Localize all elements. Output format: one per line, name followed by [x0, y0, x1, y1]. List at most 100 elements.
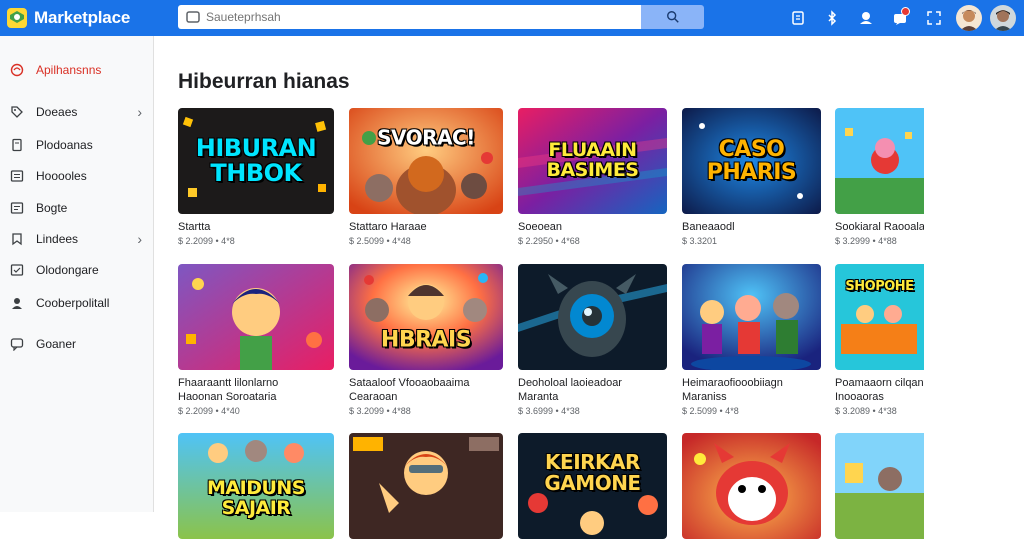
user-avatar[interactable]	[956, 5, 982, 31]
search-field[interactable]	[178, 5, 641, 29]
app-title: Marketplace	[34, 8, 131, 27]
app-developer: Haoonan Soroataria	[178, 391, 277, 403]
app-name: Soeoean	[518, 221, 563, 233]
sidebar-item-bogte[interactable]: Bogte	[0, 196, 154, 220]
search-button[interactable]	[641, 5, 704, 29]
sidebar-item-products[interactable]: Plodoanas	[0, 133, 154, 157]
chevron-right-icon: ›	[137, 104, 142, 120]
app-meta: $ 3.3201	[682, 236, 718, 246]
thumbnail-title: SHOPOHE	[845, 279, 914, 295]
checklist-icon	[10, 263, 24, 277]
thumbnail-title: HIBURAN THBOK	[195, 133, 317, 187]
sidebar-item-deals[interactable]: Doeaes ›	[0, 100, 154, 124]
app-developer: Maranta	[518, 391, 559, 403]
app-name: Stattaro Haraae	[349, 221, 427, 233]
app-card[interactable]: FLUAAIN BASIMES Soeoean $ 2.2950 • 4*68	[518, 108, 667, 246]
search-icon	[666, 11, 679, 23]
app-meta: $ 3.2099 • 4*88	[349, 406, 411, 416]
app-card[interactable]	[349, 433, 503, 539]
app-meta: $ 2.2950 • 4*68	[518, 236, 580, 246]
app-meta: $ 2.2099 • 4*8	[178, 236, 235, 246]
app-thumbnail	[835, 433, 924, 539]
app-thumbnail: SVORAC!	[349, 108, 503, 214]
user-icon	[10, 296, 24, 310]
notification-icon[interactable]	[888, 6, 912, 30]
sidebar-item-label: Plodoanas	[36, 138, 93, 152]
thumbnail-title: FLUAAIN BASIMES	[546, 139, 639, 181]
app-thumbnail: CASO PHARIS	[682, 108, 821, 214]
sidebar-item-lindees[interactable]: Lindees ›	[0, 227, 154, 251]
sidebar-item-goaner[interactable]: Goaner	[0, 332, 154, 356]
app-meta: $ 3.2999 • 4*88	[835, 236, 897, 246]
app-thumbnail: HBRAIS	[349, 264, 503, 370]
app-card[interactable]: SHOPOHE Poamaaorn cilqanita Inooaoras $ …	[835, 264, 924, 416]
page-title: Hibeurran hianas	[178, 70, 350, 93]
app-thumbnail: HIBURAN THBOK	[178, 108, 334, 214]
comment-icon	[10, 337, 24, 351]
app-card[interactable]: HIBURAN THBOK Startta $ 2.2099 • 4*8	[178, 108, 334, 246]
sidebar-item-label: Doeaes	[36, 105, 78, 119]
cloud-icon[interactable]	[854, 6, 878, 30]
app-card[interactable]: Sookiaral Raooala $ 3.2999 • 4*88	[835, 108, 924, 246]
sidebar-item-label: Olodongare	[36, 263, 99, 277]
thumbnail-title: HBRAIS	[380, 327, 472, 353]
bluetooth-icon[interactable]	[820, 6, 844, 30]
search-input[interactable]	[206, 10, 626, 24]
sidebar-item-label: Bogte	[36, 201, 68, 215]
app-meta: $ 2.5099 • 4*8	[682, 406, 739, 416]
sidebar-item-cooberpolitall[interactable]: Cooberpolitall	[0, 291, 154, 315]
sidebar-item-label: Lindees	[36, 232, 79, 246]
tag-icon	[10, 105, 24, 119]
app-card[interactable]: CASO PHARIS Baneaaodl $ 3.3201	[682, 108, 821, 246]
sidebar-item-apps[interactable]: Apilhansnns	[0, 58, 154, 82]
app-thumbnail	[178, 264, 334, 370]
app-name: Baneaaodl	[682, 221, 735, 233]
app-thumbnail: MAIDUNS SAJAIR	[178, 433, 334, 539]
document-icon	[10, 138, 24, 152]
apps-icon	[10, 63, 24, 77]
app-card[interactable]	[835, 433, 924, 539]
app-card[interactable]: MAIDUNS SAJAIR	[178, 433, 334, 539]
top-bar: Marketplace	[0, 0, 1024, 36]
thumbnail-title: SVORAC!	[377, 125, 475, 150]
fullscreen-icon[interactable]	[922, 6, 946, 30]
app-logo[interactable]: Marketplace	[6, 7, 166, 29]
sidebar-item-olodongare[interactable]: Olodongare	[0, 258, 154, 282]
sidebar-item-label: Hooooles	[36, 169, 87, 183]
app-card[interactable]	[682, 433, 821, 539]
thumbnail-title: KEIRKAR GAMONE	[544, 450, 641, 496]
app-name: Sookiaral Raooala	[835, 221, 924, 233]
list-icon	[10, 201, 24, 215]
app-thumbnail	[682, 433, 821, 539]
app-card[interactable]: HBRAIS Sataaloof Vfooaobaaima Cearaoan $…	[349, 264, 503, 416]
app-name: Poamaaorn cilqanita	[835, 377, 924, 389]
app-thumbnail	[518, 264, 667, 370]
list-icon	[10, 169, 24, 183]
app-card[interactable]: Heimaraofiooobiiagn Maraniss $ 2.5099 • …	[682, 264, 821, 416]
sidebar-item-label: Cooberpolitall	[36, 296, 110, 310]
marketplace-logo-icon	[6, 7, 28, 29]
app-card[interactable]: SVORAC! Stattaro Haraae $ 2.5099 • 4*48	[349, 108, 503, 246]
app-thumbnail	[349, 433, 503, 539]
app-card[interactable]: Deoholoal laoieadoar Maranta $ 3.6999 • …	[518, 264, 667, 416]
app-meta: $ 3.6999 • 4*38	[518, 406, 580, 416]
app-thumbnail	[835, 108, 924, 214]
app-name: Heimaraofiooobiiagn	[682, 377, 783, 389]
sidebar-item-hoodies[interactable]: Hooooles	[0, 164, 154, 188]
bookmark-icon	[10, 232, 24, 246]
app-name: Startta	[178, 221, 211, 233]
app-card[interactable]: KEIRKAR GAMONE	[518, 433, 667, 539]
search-field-icon	[186, 10, 200, 24]
app-name: Fhaaraantt lilonlarno	[178, 377, 279, 389]
cart-icon[interactable]	[786, 6, 810, 30]
app-developer: Cearaoan	[349, 391, 398, 403]
sidebar: Apilhansnns Doeaes › Plodoanas Hooooles …	[0, 36, 154, 512]
app-meta: $ 2.2099 • 4*40	[178, 406, 240, 416]
top-bar-actions	[786, 0, 1024, 36]
user-avatar-secondary[interactable]	[990, 5, 1016, 31]
app-developer: Inooaoras	[835, 391, 884, 403]
app-card[interactable]: Fhaaraantt lilonlarno Haoonan Soroataria…	[178, 264, 334, 416]
app-thumbnail: KEIRKAR GAMONE	[518, 433, 667, 539]
app-meta: $ 2.5099 • 4*48	[349, 236, 411, 246]
content-right-margin	[924, 36, 1024, 512]
